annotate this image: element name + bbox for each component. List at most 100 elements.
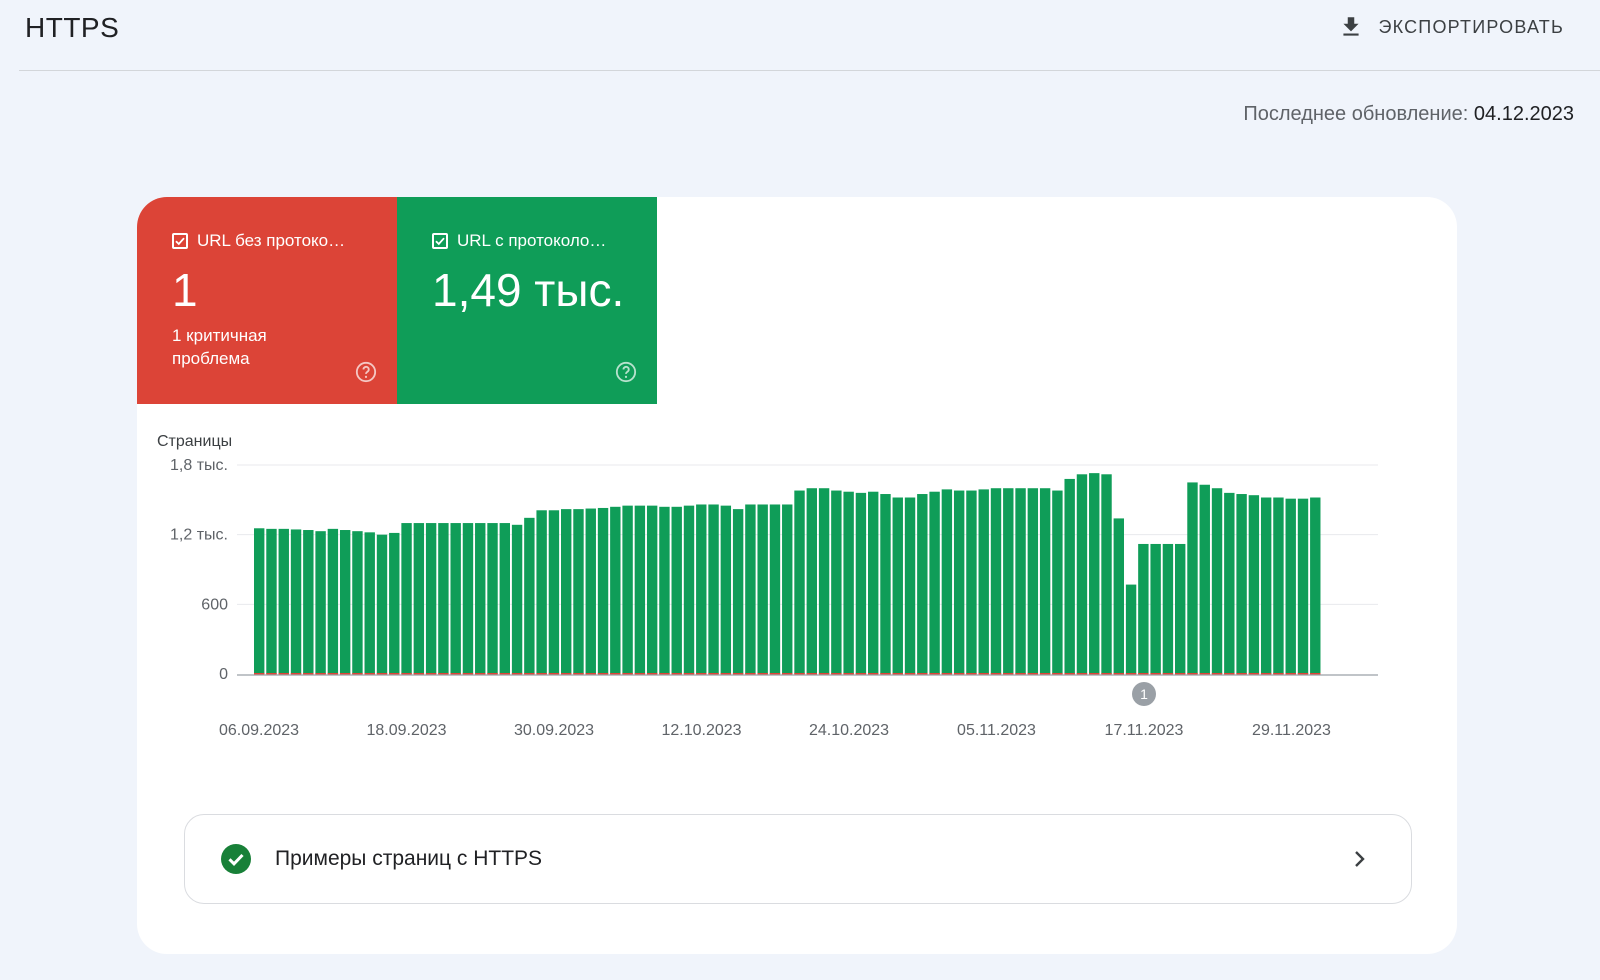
bar-https: [610, 506, 621, 674]
bar-not-https: [290, 673, 302, 675]
y-tick-label: 1,2 тыс.: [170, 527, 228, 544]
bar-not-https: [278, 673, 289, 675]
page-header: HTTPS ЭКСПОРТИРОВАТЬ: [0, 0, 1600, 72]
bar-https: [597, 507, 609, 674]
bar-https: [745, 504, 756, 674]
bar-not-https: [855, 673, 867, 675]
bar-not-https: [1162, 673, 1174, 675]
bar-not-https: [462, 673, 474, 675]
bar-not-https: [868, 673, 879, 675]
bar-not-https: [696, 673, 707, 675]
bar-not-https: [376, 673, 388, 675]
bar-not-https: [327, 673, 339, 675]
bar-https: [708, 504, 719, 674]
bar-not-https: [1003, 673, 1014, 675]
bar-not-https: [720, 673, 732, 675]
bar-https: [315, 531, 326, 674]
bar-https: [499, 523, 510, 674]
x-tick-label: 24.10.2023: [809, 722, 889, 739]
bar-not-https: [524, 673, 535, 675]
bar-not-https: [818, 673, 830, 675]
examples-row[interactable]: Примеры страниц с HTTPS: [184, 814, 1412, 904]
report-card: URL без протоко… 1 1 критичная проблема …: [137, 197, 1457, 954]
x-tick-label: 29.11.2023: [1252, 722, 1331, 739]
bar-https: [1027, 488, 1039, 674]
bar-not-https: [745, 673, 756, 675]
bar-https: [769, 504, 781, 674]
bar-not-https: [1064, 673, 1075, 675]
bar-not-https: [732, 673, 744, 675]
bar-not-https: [843, 673, 854, 675]
bar-https: [573, 509, 584, 674]
bar-https: [892, 497, 903, 674]
bar-not-https: [499, 673, 510, 675]
bar-https: [1064, 478, 1075, 674]
bar-not-https: [475, 673, 486, 675]
bar-https: [548, 510, 560, 674]
bar-not-https: [782, 673, 793, 675]
bar-https: [782, 504, 793, 674]
bar-not-https: [671, 673, 682, 675]
bar-https: [450, 523, 461, 674]
export-button[interactable]: ЭКСПОРТИРОВАТЬ: [1338, 10, 1564, 44]
bar-not-https: [683, 673, 695, 675]
y-axis-title: Страницы: [157, 433, 232, 450]
bar-https: [1162, 543, 1174, 674]
bar-https: [1138, 543, 1149, 674]
bar-https: [254, 528, 265, 674]
bar-https: [1101, 474, 1112, 674]
bar-not-https: [254, 673, 265, 675]
bar-https: [1260, 497, 1272, 674]
bar-https: [585, 508, 596, 674]
bar-https: [1297, 498, 1309, 674]
bar-not-https: [904, 673, 916, 675]
bar-not-https: [585, 673, 596, 675]
bar-https: [462, 523, 474, 674]
bar-not-https: [425, 673, 437, 675]
bar-not-https: [1297, 673, 1309, 675]
x-tick-label: 18.09.2023: [366, 722, 446, 739]
bar-https: [1113, 518, 1124, 674]
bar-https: [1285, 498, 1296, 674]
bar-https: [339, 530, 351, 674]
bar-https: [327, 528, 339, 674]
bar-https: [1076, 474, 1088, 674]
bar-not-https: [941, 673, 953, 675]
x-tick-label: 30.09.2023: [514, 722, 594, 739]
bar-https: [806, 488, 817, 674]
bar-https: [487, 523, 498, 674]
bar-https: [659, 506, 670, 674]
bar-not-https: [917, 673, 928, 675]
bar-not-https: [646, 673, 658, 675]
bar-https: [1224, 492, 1235, 674]
bar-https: [757, 504, 768, 674]
bar-https: [868, 491, 879, 674]
bar-https: [511, 524, 523, 674]
bar-not-https: [806, 673, 817, 675]
annotation-label: 1: [1140, 686, 1148, 702]
bar-not-https: [450, 673, 461, 675]
bar-https: [683, 505, 695, 674]
bar-not-https: [622, 673, 633, 675]
bar-not-https: [1211, 673, 1223, 675]
bar-not-https: [708, 673, 719, 675]
bar-not-https: [1125, 673, 1137, 675]
y-tick-label: 0: [219, 666, 228, 683]
bar-https: [303, 530, 314, 674]
bar-https: [1052, 490, 1063, 674]
bar-https: [904, 497, 916, 674]
bar-https: [634, 505, 646, 674]
bar-not-https: [1138, 673, 1149, 675]
bar-not-https: [1052, 673, 1063, 675]
bar-not-https: [1076, 673, 1088, 675]
bar-https: [389, 532, 400, 674]
bar-https: [1039, 488, 1051, 674]
bar-not-https: [536, 673, 547, 675]
bar-https: [413, 523, 425, 674]
bar-not-https: [511, 673, 523, 675]
bar-https: [1003, 488, 1014, 674]
y-tick-label: 1,8 тыс.: [170, 457, 228, 474]
bar-https: [1273, 497, 1284, 674]
examples-label: Примеры страниц с HTTPS: [275, 847, 543, 870]
bar-https: [732, 509, 744, 674]
